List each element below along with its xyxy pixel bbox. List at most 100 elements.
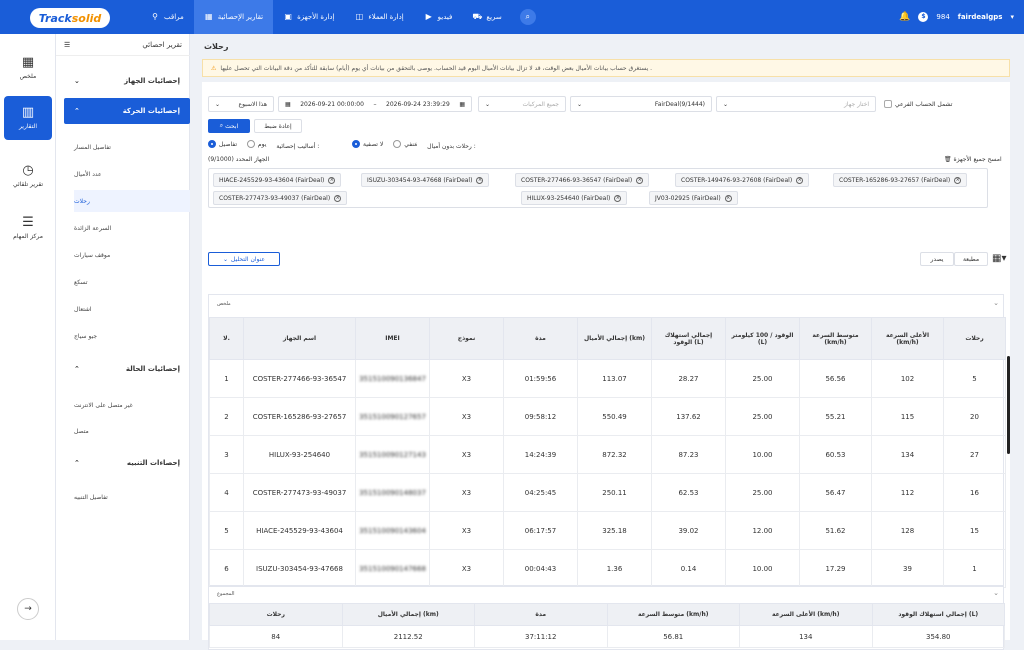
menu-item-label: السرعة الزائدة (74, 224, 112, 232)
table-cell: HIACE-245529-93-43604 (243, 511, 356, 550)
chevron-down-icon[interactable]: ⌄ (993, 299, 999, 307)
nav-video[interactable]: ▶ فيديو (414, 0, 463, 34)
radio-day[interactable]: يوم (246, 140, 266, 148)
search-icon: ⌕ (219, 122, 224, 129)
radio-label: تفاصيل (219, 140, 237, 148)
sidebar-item-summary[interactable]: ▦ ملخص (4, 46, 52, 90)
section-status-stats[interactable]: ⌃ إحصائيات الحالة (64, 356, 190, 382)
table-cell: 06:17:57 (503, 511, 578, 550)
vehicle-type-select[interactable]: ⌄ جميع المركبات (478, 96, 566, 112)
nav-quick[interactable]: ⛟ سريع (462, 0, 511, 34)
tracksolid-logo[interactable]: Track solid (30, 8, 110, 28)
nav-devices[interactable]: ▣ إدارة الأجهزة (273, 0, 344, 34)
device-chip[interactable]: COSTER-149476-93-27608 (FairDeal) × (675, 173, 810, 187)
date-range-picker[interactable]: ▦ 2026-09-21 00:00:00 – 2026-09-24 23:39… (278, 96, 472, 112)
section-device-stats[interactable]: ⌄ إحصائيات الجهاز (64, 68, 190, 94)
nav-monitor[interactable]: ⚲ مراقب (140, 0, 194, 34)
nav-customers[interactable]: ◫ إدارة العملاء (344, 0, 413, 34)
table-cell: 2 (209, 397, 244, 436)
chevron-down-icon[interactable]: ▾ (1010, 13, 1014, 21)
collapse-arrow-icon[interactable]: → (17, 598, 39, 620)
menu-item-ignition[interactable]: اشتعال (74, 298, 190, 320)
close-icon[interactable]: × (476, 176, 484, 184)
section-label: إحصاءات التنبيه (126, 459, 180, 467)
radio-dot[interactable] (393, 140, 402, 148)
device-chip[interactable]: COSTER-277473-93-49037 (FairDeal) × (213, 191, 348, 205)
device-chip[interactable]: COSTER-277466-93-36547 (FairDeal) × (515, 173, 650, 187)
close-icon[interactable]: × (328, 176, 336, 184)
column-header[interactable]: اسم الجهاز (243, 317, 356, 360)
address-analysis-button[interactable]: ⌄ عنوان التحليل (208, 252, 280, 266)
trip-filter-group: لا تصفية مَنفي رحلات بدون أميال : (352, 140, 476, 150)
user-name[interactable]: fairdealgps (958, 13, 1003, 21)
sidebar-label: التقارير (18, 123, 38, 130)
menu-item-offline[interactable]: غير متصل على الانترنت (74, 394, 190, 416)
bell-icon[interactable]: 🔔 (899, 12, 910, 22)
device-chip[interactable]: HILUX-93-254640 (FairDeal) × (521, 191, 628, 205)
menu-item-online[interactable]: متصل (74, 420, 190, 442)
close-icon[interactable]: × (334, 194, 342, 202)
print-button[interactable]: مطبعة (954, 252, 988, 266)
section-label: إحصائيات الحركة (122, 107, 180, 115)
table-cell: 102 (871, 359, 944, 398)
clear-devices-link[interactable]: 🗑 امسح جميع الأجهزة (944, 156, 1002, 163)
close-icon[interactable]: × (636, 176, 644, 184)
search-button[interactable]: ⌕ ابحث (208, 119, 250, 133)
radio-dot[interactable] (208, 140, 216, 148)
menu-item-idling[interactable]: تسكع (74, 271, 190, 293)
device-chip[interactable]: ISUZU-303454-93-47668 (FairDeal) × (361, 173, 490, 187)
chevron-up-icon: ⌃ (74, 107, 80, 115)
radio-excluded[interactable]: مَنفي (393, 140, 417, 148)
column-grid-icon[interactable]: ▦▾ (992, 253, 1006, 264)
radio-dot[interactable] (246, 140, 255, 148)
device-select[interactable]: ⌄ اختار جهاز (716, 96, 876, 112)
menu-item-overspeed[interactable]: السرعة الزائدة (74, 217, 190, 239)
column-header: مدة (503, 317, 578, 360)
column-header: رحلات (943, 317, 1006, 360)
close-icon[interactable]: × (796, 176, 804, 184)
checkbox[interactable] (884, 100, 892, 108)
nav-reports[interactable]: ▦ تقارير الإحصائية (193, 0, 274, 34)
menu-toggle-icon[interactable]: ☰ (64, 41, 70, 49)
menu-item-parking[interactable]: موقف سيارات (74, 244, 190, 266)
column-header: مدة (474, 603, 608, 626)
sub-account-checkbox[interactable]: تشمل الحساب الفرعي (884, 100, 952, 108)
close-icon[interactable]: × (954, 176, 962, 184)
menu-item-track-details[interactable]: تفاصيل المسار (74, 136, 190, 158)
menu-item-alert-details[interactable]: تفاصيل التنبيه (74, 486, 190, 508)
table-header-row: لا. اسم الجهاز IMEI نموذج مدة إجمالي الأميال … (209, 317, 1006, 360)
chip-label: COSTER-165286-93-27657 (FairDeal) (839, 176, 951, 184)
menu-item-mileage[interactable]: عدد الأميال (74, 163, 190, 185)
sidebar-item-auto-report[interactable]: ◷ تقرير تلقائي (4, 154, 52, 198)
grid-icon: ▦ (21, 55, 35, 70)
radio-dot[interactable] (352, 140, 360, 148)
sidebar-item-reports[interactable]: ▥ التقارير (4, 96, 52, 140)
sub-account-label: تشمل الحساب الفرعي (895, 100, 953, 108)
radio-no-filter[interactable]: لا تصفية (352, 140, 383, 148)
reset-button[interactable]: إعادة ضبط (254, 119, 302, 133)
menu-item-label: اشتعال (74, 305, 92, 313)
nav-label: مراقب (164, 13, 184, 21)
period-select[interactable]: ⌄ هذا الاسبوع (208, 96, 274, 112)
menu-item-trips[interactable]: رحلات (74, 190, 190, 212)
section-motion-stats[interactable]: ⌃ إحصائيات الحركة (64, 98, 190, 124)
device-icon: ▣ (284, 12, 292, 21)
sidebar-item-task-center[interactable]: ☰ مركز المهام (4, 206, 52, 250)
table-cell: 2112.52 (341, 625, 475, 648)
device-chip[interactable]: HIACE-245529-93-43604 (FairDeal) × (213, 173, 342, 187)
device-chip[interactable]: COSTER-165286-93-27657 (FairDeal) × (833, 173, 968, 187)
section-alert-stats[interactable]: ⌃ إحصاءات التنبيه (64, 450, 190, 476)
account-select[interactable]: ⌄ FairDeal(9/1444) (570, 96, 712, 112)
close-icon[interactable]: × (724, 194, 732, 202)
column-header: نموذج (429, 317, 504, 360)
table-scrollbar[interactable] (1007, 356, 1010, 454)
search-icon[interactable]: ⌕ (519, 9, 536, 25)
chevron-down-icon[interactable]: ⌄ (993, 589, 999, 597)
device-chip[interactable]: JV03-02925 (FairDeal) × (649, 191, 738, 205)
menu-item-geofence[interactable]: جيو سياج (74, 325, 190, 347)
close-icon[interactable]: × (614, 194, 622, 202)
bar-chart-icon: ▥ (21, 105, 35, 120)
radio-details[interactable]: تفاصيل (208, 140, 237, 148)
date-separator: – (373, 100, 377, 108)
export-button[interactable]: يصدر (920, 252, 954, 266)
